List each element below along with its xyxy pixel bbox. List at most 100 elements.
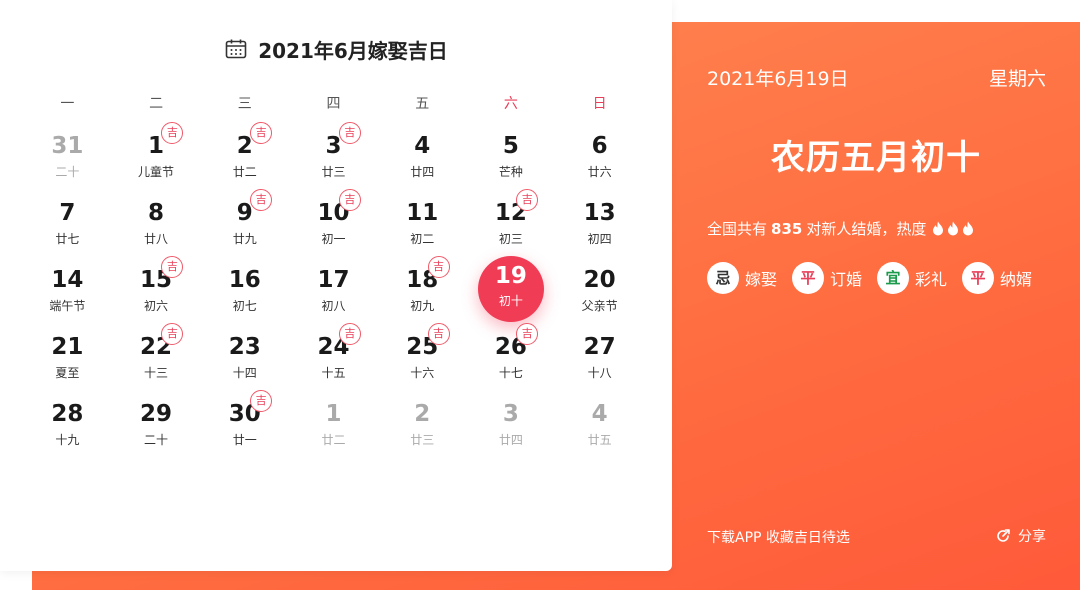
day-number: 1 [325, 401, 342, 427]
auspicious-badge: 吉 [250, 390, 273, 412]
day-lunar-label: 十七 [498, 366, 523, 380]
day-cell[interactable]: 25 十六 吉 [378, 323, 467, 390]
day-cell[interactable]: 1 廿二 [289, 390, 378, 457]
day-cell[interactable]: 17 初八 [289, 256, 378, 323]
weekday-label: 二 [149, 96, 164, 112]
day-cell[interactable]: 13 初四 [555, 189, 644, 256]
day-number: 23 [228, 334, 261, 360]
day-number: 30 [228, 401, 261, 427]
day-cell[interactable]: 4 廿四 [378, 122, 467, 189]
day-cell[interactable]: 10 初一 吉 [289, 189, 378, 256]
auspicious-badge: 吉 [250, 122, 273, 144]
day-lunar-label: 廿九 [232, 232, 257, 246]
calendar-header: 2021年6月嫁娶吉日 [0, 34, 672, 64]
day-number: 4 [414, 133, 431, 159]
day-cell[interactable]: 15 初六吉 [112, 256, 201, 323]
day-detail-panel: 2021年6月19日 星期六 农历五月初十 全国共有 835 对新人结婚，热度 … [672, 22, 1080, 590]
day-cell[interactable]: 8 廿八 [112, 189, 201, 256]
share-label: 分享 [1018, 529, 1046, 545]
day-number: 28 [51, 401, 84, 427]
day-cell[interactable]: 14 端午节 [23, 256, 112, 323]
day-cell[interactable]: 28 十九 [23, 390, 112, 457]
day-lunar-label: 夏至 [55, 366, 80, 380]
calendar-title: 2021年6月嫁娶吉日 [258, 38, 448, 63]
day-lunar-label: 初七 [232, 299, 257, 313]
suitability-tag: 宜彩礼 [877, 262, 947, 294]
day-number: 3 [325, 133, 342, 159]
day-number: 16 [228, 267, 261, 293]
day-cell[interactable]: 26 十七吉 [467, 323, 556, 390]
day-cell[interactable]: 2 廿二 吉 [200, 122, 289, 189]
day-cell[interactable]: 23 十四 [200, 323, 289, 390]
day-cell[interactable]: 24 十五 吉 [289, 323, 378, 390]
day-cell[interactable]: 6 廿六 [555, 122, 644, 189]
day-cell[interactable]: 5 芒种 [467, 122, 556, 189]
day-cell[interactable]: 20 父亲节 [555, 256, 644, 323]
day-number: 22 [140, 334, 173, 360]
download-app-link[interactable]: 下载APP 收藏吉日待选 [707, 527, 850, 547]
flame-icon [947, 221, 959, 236]
day-cell[interactable]: 7 廿七 [23, 189, 112, 256]
day-number: 6 [591, 133, 608, 159]
auspicious-badge: 吉 [338, 323, 361, 345]
day-cell[interactable]: 3 廿三 吉 [289, 122, 378, 189]
day-lunar-label: 初二 [410, 232, 435, 246]
day-number: 26 [494, 334, 527, 360]
selected-date: 2021年6月19日 [707, 68, 849, 90]
day-number: 27 [583, 334, 616, 360]
suitability-label: 彩礼 [915, 270, 948, 289]
day-lunar-label: 十四 [232, 366, 257, 380]
day-number: 2 [236, 133, 253, 159]
day-cell[interactable]: 9 廿九 吉 [200, 189, 289, 256]
day-cell[interactable]: 30 廿一 吉 [200, 390, 289, 457]
day-lunar-label: 初六 [144, 299, 169, 313]
day-lunar-label: 廿五 [587, 433, 612, 447]
day-cell[interactable]: 31 二十 [23, 122, 112, 189]
day-number: 2 [414, 401, 431, 427]
day-cell[interactable]: 12 初三吉 [467, 189, 556, 256]
suitability-label: 嫁娶 [745, 270, 778, 289]
suitability-badge: 平 [962, 262, 995, 294]
day-lunar-label: 初十 [498, 294, 523, 308]
day-lunar-label: 十五 [321, 366, 346, 380]
day-number: 20 [583, 267, 616, 293]
day-number: 14 [51, 267, 84, 293]
day-cell[interactable]: 4 廿五 [555, 390, 644, 457]
selected-weekday: 星期六 [988, 68, 1046, 90]
day-number: 24 [317, 334, 350, 360]
day-cell[interactable]: 27 十八 [555, 323, 644, 390]
auspicious-badge: 吉 [338, 189, 361, 211]
suitability-label: 订婚 [830, 270, 863, 289]
suitability-badge: 宜 [877, 262, 910, 294]
day-cell[interactable]: 3 廿四 [467, 390, 556, 457]
weekday-label: 日 [592, 96, 607, 112]
day-lunar-label: 廿六 [587, 165, 612, 179]
day-number: 7 [59, 200, 76, 226]
day-cell[interactable]: 22 十三吉 [112, 323, 201, 390]
calendar-grid: 31 二十 1 儿童节吉 2 廿二吉 3 廿三吉 4 廿四 5 芒种 6 廿六 7 廿七 8 廿八 9 廿九吉 10 初一… [23, 122, 644, 457]
suitability-label: 纳婿 [1000, 270, 1033, 289]
day-cell[interactable]: 1 儿童节吉 [112, 122, 201, 189]
day-cell[interactable]: 29 二十 [112, 390, 201, 457]
day-cell[interactable]: 16 初七 [200, 256, 289, 323]
stat-suffix: 对新人结婚，热度 [806, 220, 927, 238]
day-cell[interactable]: 11 初二 [378, 189, 467, 256]
flame-icon [962, 221, 974, 236]
day-cell[interactable]: 2 廿三 [378, 390, 467, 457]
calendar-icon [224, 37, 248, 61]
auspicious-badge: 吉 [250, 189, 273, 211]
day-lunar-label: 儿童节 [138, 165, 175, 179]
day-lunar-label: 十三 [144, 366, 169, 380]
day-lunar-label: 二十 [55, 165, 80, 179]
share-button[interactable]: 分享 [994, 526, 1046, 546]
day-lunar-label: 初三 [498, 232, 523, 246]
day-cell[interactable]: 18 初九 吉 [378, 256, 467, 323]
suitability-tag: 平纳婿 [962, 262, 1032, 294]
heat-flames [932, 221, 974, 236]
day-lunar-label: 十六 [410, 366, 435, 380]
day-cell[interactable]: 21 夏至 [23, 323, 112, 390]
day-lunar-label: 初四 [587, 232, 612, 246]
flame-icon [932, 221, 944, 236]
suitability-tags: 忌嫁娶平订婚宜彩礼平纳婿 [707, 262, 1032, 294]
day-cell-selected[interactable]: 19 初十 [467, 256, 556, 323]
